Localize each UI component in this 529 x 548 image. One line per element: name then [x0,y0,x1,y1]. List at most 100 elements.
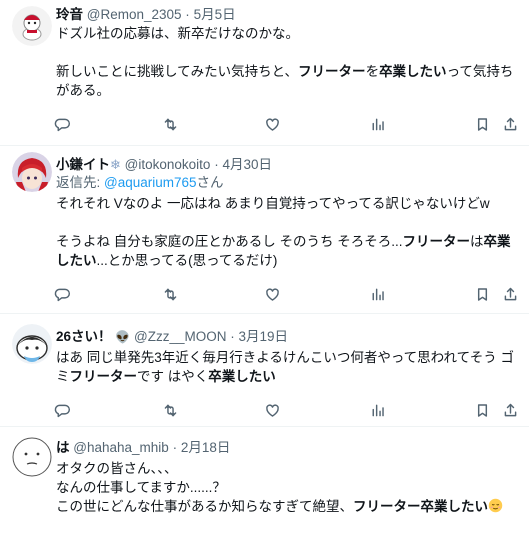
text-span: はあ 同じ単発先3年近く毎月行きよるけんこいつ何者やって思われてそう ゴ [56,350,514,365]
highlighted-keyword: 卒業したい [379,64,447,79]
display-name[interactable]: 小鎌イト [56,157,110,172]
reply-button[interactable] [52,284,72,304]
tweet-header: 玲音 @Remon_2305 · 5月5日 [56,6,519,24]
display-name[interactable]: 26さい！ [56,329,112,344]
share-button[interactable] [500,284,520,304]
text-span: って気持ち [446,64,514,79]
tweet[interactable]: は @hahaha_mhib · 2月18日 オタクの皆さん、、、 なんの仕事して… [0,427,529,548]
reply-button[interactable] [52,114,72,134]
tweet-actions [52,284,524,304]
avatar[interactable] [12,437,52,477]
views-icon [372,288,384,300]
views-button[interactable] [367,284,387,304]
user-handle[interactable]: @Zzz__MOON [134,329,226,344]
views-button[interactable] [367,114,387,134]
separator-dot: · [172,440,178,455]
text-span: ...とか思ってる(思ってるだけ) [96,253,278,268]
retweet-icon [164,288,176,300]
text-span: がある。 [56,83,110,98]
tweet[interactable]: 26さい！ 👽 @Zzz__MOON · 3月19日 はあ 同じ単発先3年近く毎… [0,314,529,427]
avatar[interactable] [12,6,52,46]
reply-button[interactable] [52,400,72,420]
highlighted-keyword: したい [56,253,97,268]
display-name[interactable]: 玲音 [56,7,83,22]
text-span: は [470,234,484,249]
like-icon [265,287,279,301]
reply-context: 返信先: @aquarium765さん [56,174,519,192]
highlighted-keyword: フリーター [69,369,138,384]
highlighted-keyword: 卒業したい [208,369,276,384]
text-line: オタクの皆さん、、、 [56,459,519,478]
display-name[interactable]: は [56,440,70,455]
text-span: それそれ Vなのよ 一応はね あまり自覚持ってやってる訳じゃないけどw [56,196,490,211]
like-button[interactable] [262,114,282,134]
text-span: を [365,64,380,79]
text-line: 新しいことに挑戦してみたい気持ちと、フリーターを卒業したいって気持ち [56,62,519,81]
retweet-icon [164,404,176,416]
text-span: 新しいことに挑戦してみたい気持ちと、 [56,64,299,79]
highlighted-keyword: フリーター [298,64,366,79]
tweet-date[interactable]: 5月5日 [194,7,236,22]
text-line: ミフリーターです はやく卒業したい [56,367,519,386]
tweet-text: それそれ Vなのよ 一応はね あまり自覚持ってやってる訳じゃないけどw そうよね … [56,194,519,270]
text-line: したい...とか思ってる(思ってるだけ) [56,251,519,270]
text-span: オタクの皆さん、、、 [56,461,178,476]
reply-mention-link[interactable]: @aquarium765 [104,175,197,190]
text-span: です はやく [137,369,209,384]
bookmark-button[interactable] [472,114,492,134]
views-icon [372,118,384,130]
share-button[interactable] [500,400,520,420]
tweet-feed: 玲音 @Remon_2305 · 5月5日 ドズル社の応募は、新卒だけなのかな。… [0,0,529,548]
bookmark-button[interactable] [472,400,492,420]
user-handle[interactable]: @itokonokoito [125,157,211,172]
snowflake-icon: ❄ [110,157,121,172]
user-handle[interactable]: @hahaha_mhib [73,440,169,455]
separator-dot: · [185,7,190,22]
views-icon [372,404,384,416]
text-span: そうよね 自分も家庭の圧とかあるし そのうち そろそろ... [56,234,403,249]
avatar[interactable] [12,324,52,364]
tweet-date[interactable]: 2月18日 [181,440,231,455]
text-span: この世にどんな仕事があるか知らなすぎて絶望、 [56,499,353,514]
tweet-text: はあ 同じ単発先3年近く毎月行きよるけんこいつ何者やって思われてそう ゴミフリー… [56,348,519,386]
retweet-button[interactable] [160,284,180,304]
text-line: はあ 同じ単発先3年近く毎月行きよるけんこいつ何者やって思われてそう ゴ [56,348,519,367]
bookmark-button[interactable] [472,284,492,304]
alien-icon: 👽 [115,330,131,344]
share-button[interactable] [500,114,520,134]
retweet-button[interactable] [160,400,180,420]
reply-icon [54,288,70,301]
like-button[interactable] [262,400,282,420]
text-line: ドズル社の応募は、新卒だけなのかな。 [56,24,519,43]
highlighted-keyword: 卒業 [483,234,511,249]
tweet-header: 小鎌イト❄ @itokonokoito · 4月30日 [56,156,519,174]
share-icon [504,403,516,416]
reply-icon [54,118,70,131]
bookmark-icon [477,403,487,417]
retweet-button[interactable] [160,114,180,134]
tweet-header: 26さい！ 👽 @Zzz__MOON · 3月19日 [56,328,519,346]
tweet-actions [52,114,524,134]
tweet[interactable]: 玲音 @Remon_2305 · 5月5日 ドズル社の応募は、新卒だけなのかな。… [0,0,529,146]
separator-dot: · [214,157,219,172]
like-button[interactable] [262,284,282,304]
tweet-text: オタクの皆さん、、、 なんの仕事してますか......？ この世にどんな仕事があるか… [56,459,519,516]
text-line: そうよね 自分も家庭の圧とかあるし そのうち そろそろ...フリーターは卒業 [56,232,519,251]
text-line: がある。 [56,81,519,100]
separator-dot: · [230,329,235,344]
tweet[interactable]: 小鎌イト❄ @itokonokoito · 4月30日 返信先: @aquari… [0,146,529,314]
retweet-icon [164,118,176,130]
like-icon [265,117,279,131]
tweet-date[interactable]: 3月19日 [239,329,289,344]
reply-icon [54,404,70,417]
share-icon [504,117,516,130]
bookmark-icon [477,287,487,301]
views-button[interactable] [367,400,387,420]
highlighted-keyword: フリーター卒業したい [353,499,488,514]
like-icon [265,403,279,417]
tweet-date[interactable]: 4月30日 [222,157,272,172]
avatar[interactable] [12,152,52,192]
user-handle[interactable]: @Remon_2305 [87,7,182,22]
